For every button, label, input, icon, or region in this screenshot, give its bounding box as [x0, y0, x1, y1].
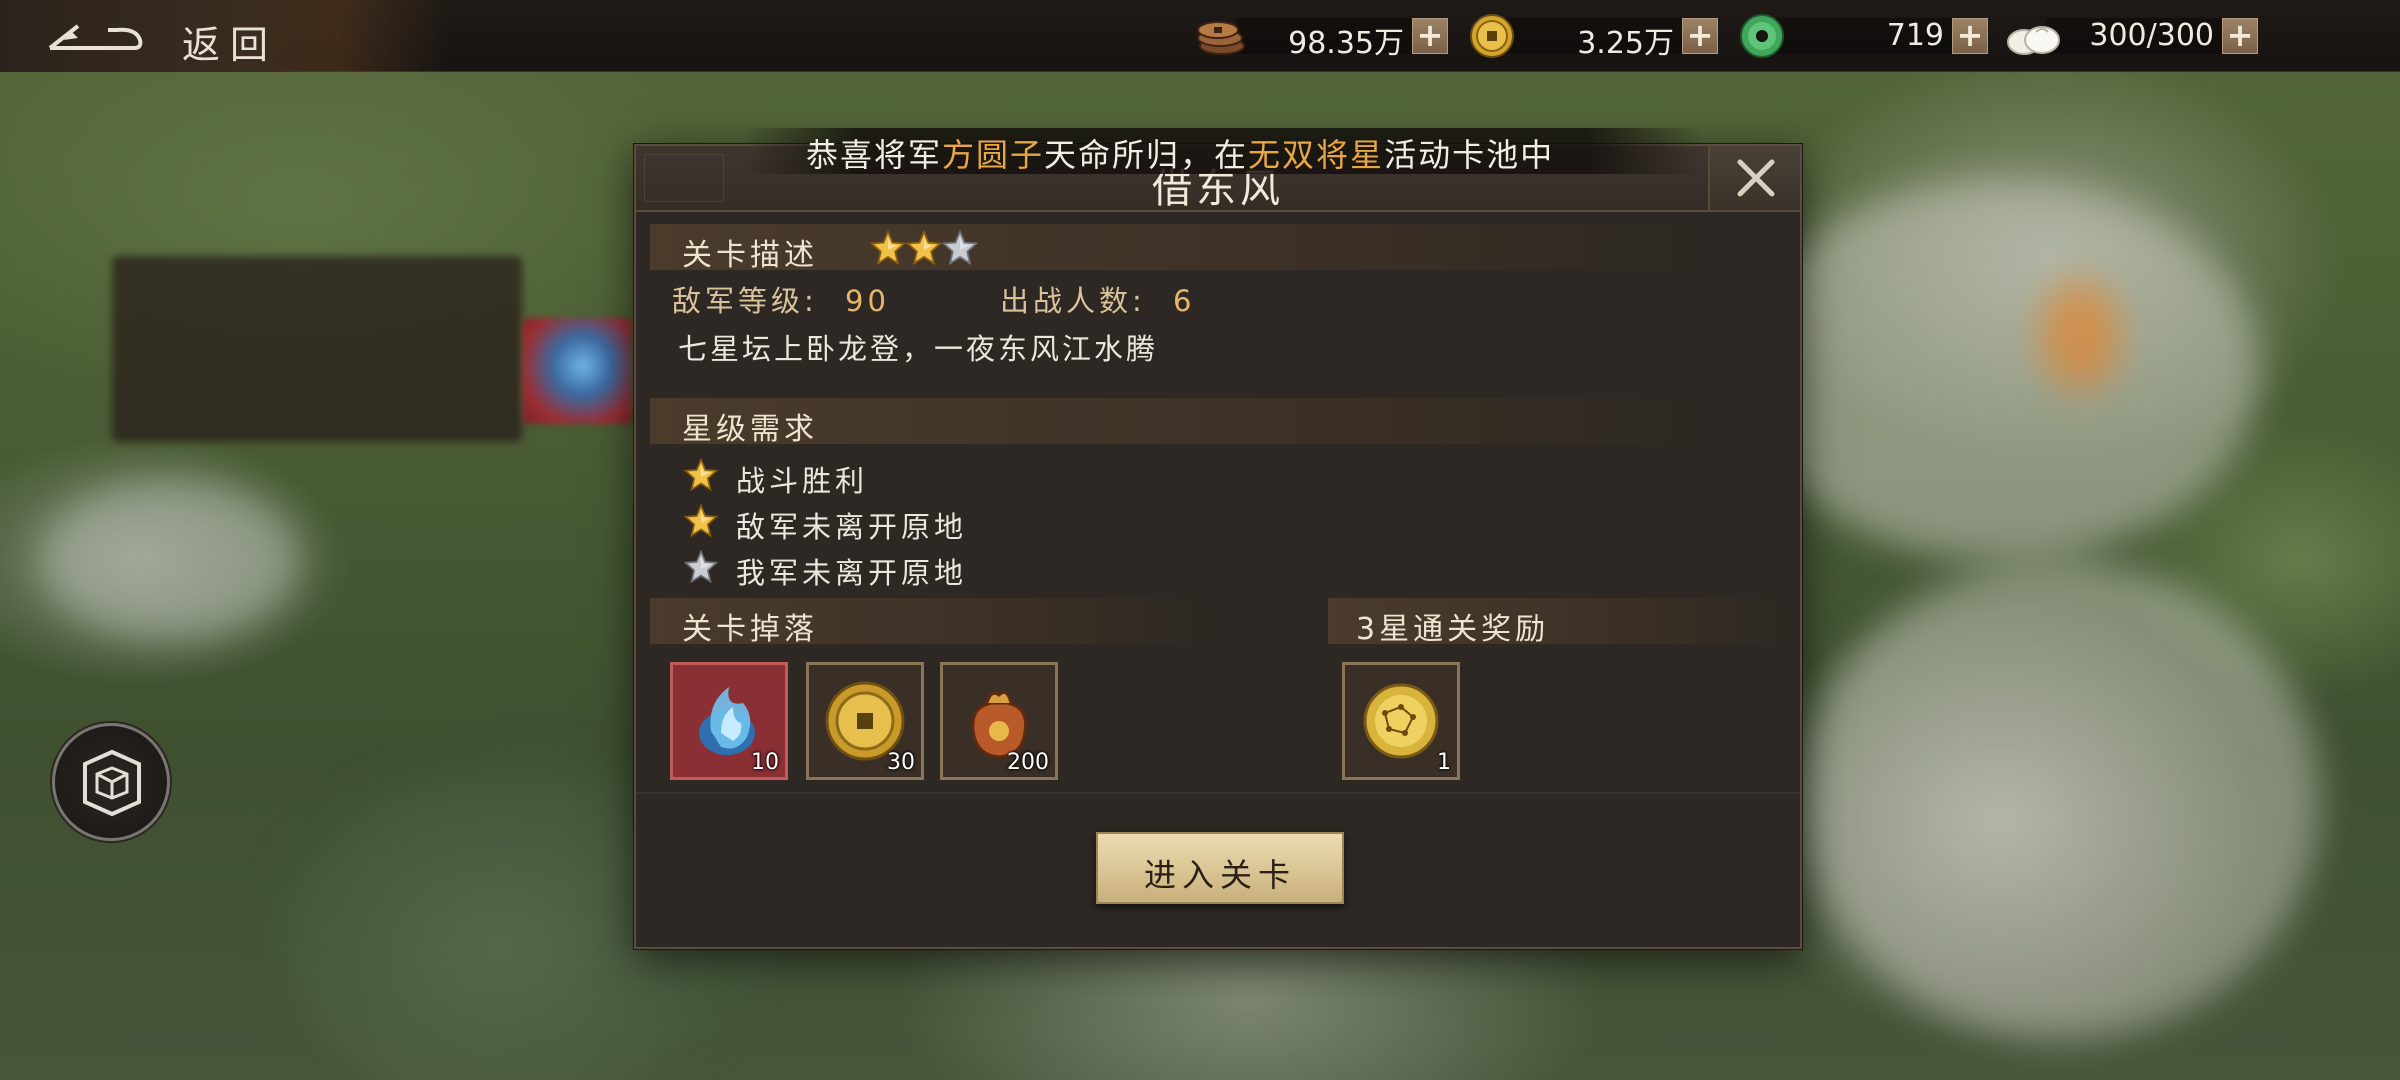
- three-star-reward-label: 3星通关奖励: [1356, 612, 1550, 647]
- formation-icon: [83, 749, 141, 817]
- broadcast-text: 恭喜将军方圆子天命所归，在无双将星活动卡池中: [806, 130, 1554, 176]
- stamina-resource: 300/300 +: [2006, 12, 2276, 60]
- star-empty-icon: [684, 550, 718, 584]
- notice-middle: 天命所归，在: [1044, 136, 1249, 174]
- star-requirement-text: 敌军未离开原地: [736, 510, 968, 544]
- back-label: 返回: [182, 23, 279, 67]
- back-button[interactable]: 返回: [40, 10, 310, 67]
- map-blob: [2040, 280, 2120, 390]
- jade-resource: 719 +: [1736, 12, 2006, 60]
- star-requirement-header: 星级需求: [650, 398, 1700, 447]
- gold-coin-resource: 3.25万 +: [1466, 12, 1736, 61]
- constellation-orb-icon: [1363, 683, 1439, 759]
- stage-drops-label: 关卡掉落: [682, 612, 818, 647]
- map-blob: [1800, 560, 2320, 1040]
- notice-pool-name: 无双将星: [1248, 136, 1385, 174]
- add-stamina-button[interactable]: +: [2222, 18, 2258, 54]
- close-button[interactable]: [1708, 146, 1800, 210]
- add-jade-button[interactable]: +: [1952, 18, 1988, 54]
- map-blob: [1740, 180, 2260, 560]
- gold-coin-value: 3.25万: [1577, 26, 1674, 61]
- map-blob: [40, 480, 300, 640]
- steamed-bun-icon: [2007, 26, 2060, 55]
- formation-button[interactable]: [52, 723, 170, 841]
- troop-count-line: 出战人数: 6: [1000, 278, 1195, 320]
- enter-stage-label: 进入关卡: [1143, 856, 1296, 894]
- star-requirement-text: 我军未离开原地: [736, 556, 968, 590]
- star-requirement-label: 星级需求: [682, 412, 818, 447]
- drop-item-money-bag[interactable]: 200: [940, 662, 1058, 780]
- back-arrow-icon: [48, 24, 143, 50]
- divider: [636, 792, 1800, 794]
- stage-star-rating: [869, 229, 979, 270]
- stage-detail-dialog: 借东风 关卡描述 敌军等级: 90 出战人数: 6 七星坛上卧龙登，一夜东风江水…: [634, 144, 1802, 949]
- enemy-level-line: 敌军等级: 90: [672, 278, 890, 320]
- copper-coins-icon: [1197, 21, 1245, 55]
- notice-suffix: 活动卡池中: [1384, 136, 1555, 174]
- stage-desc-label: 关卡描述: [682, 238, 818, 273]
- reward-item-constellation-orb[interactable]: 1: [1342, 662, 1460, 780]
- drop-item-blue-orb[interactable]: 10: [670, 662, 788, 780]
- background-card: [522, 318, 632, 424]
- star-filled-icon: [905, 229, 943, 266]
- close-icon: [1737, 159, 1775, 197]
- add-copper-coins-button[interactable]: +: [1412, 18, 1448, 54]
- enter-stage-button[interactable]: 进入关卡: [1096, 832, 1344, 904]
- star-requirement-text: 战斗胜利: [736, 464, 869, 498]
- star-filled-icon: [684, 458, 718, 492]
- copper-coins-resource: 98.35万 +: [1196, 12, 1466, 61]
- top-bar: 返回 98.35万 + 3.25万 + 719 + 300/300 +: [0, 0, 2400, 72]
- stage-drops-header: 关卡掉落: [650, 598, 1210, 647]
- star-filled-icon: [869, 229, 907, 266]
- drop-item-count: 30: [887, 750, 915, 775]
- notice-prefix: 恭喜将军: [806, 136, 943, 174]
- notice-player-name: 方圆子: [942, 136, 1045, 174]
- star-filled-icon: [684, 504, 718, 538]
- stage-description: 七星坛上卧龙登，一夜东风江水腾: [678, 332, 1159, 366]
- jade-disc-icon: [1740, 14, 1784, 58]
- background-panel: [112, 256, 522, 442]
- broadcast-notice: 恭喜将军方圆子天命所归，在无双将星活动卡池中: [742, 128, 1702, 174]
- drop-item-gold-coin[interactable]: 30: [806, 662, 924, 780]
- jade-value: 719: [1886, 18, 1944, 53]
- troop-count-value: 6: [1173, 284, 1196, 318]
- enemy-level-value: 90: [845, 284, 890, 318]
- stage-desc-header: 关卡描述: [650, 224, 1700, 273]
- three-star-reward-header: 3星通关奖励: [1328, 598, 1788, 647]
- reward-item-count: 1: [1437, 750, 1451, 775]
- copper-coins-value: 98.35万: [1288, 26, 1404, 61]
- troop-count-label: 出战人数:: [1000, 284, 1146, 318]
- gold-coin-icon: [1470, 14, 1514, 58]
- add-gold-coin-button[interactable]: +: [1682, 18, 1718, 54]
- enemy-level-label: 敌军等级:: [672, 284, 818, 318]
- star-empty-icon: [941, 229, 979, 266]
- drop-item-count: 10: [751, 750, 779, 775]
- drop-item-count: 200: [1007, 750, 1049, 775]
- stamina-value: 300/300: [2089, 18, 2214, 53]
